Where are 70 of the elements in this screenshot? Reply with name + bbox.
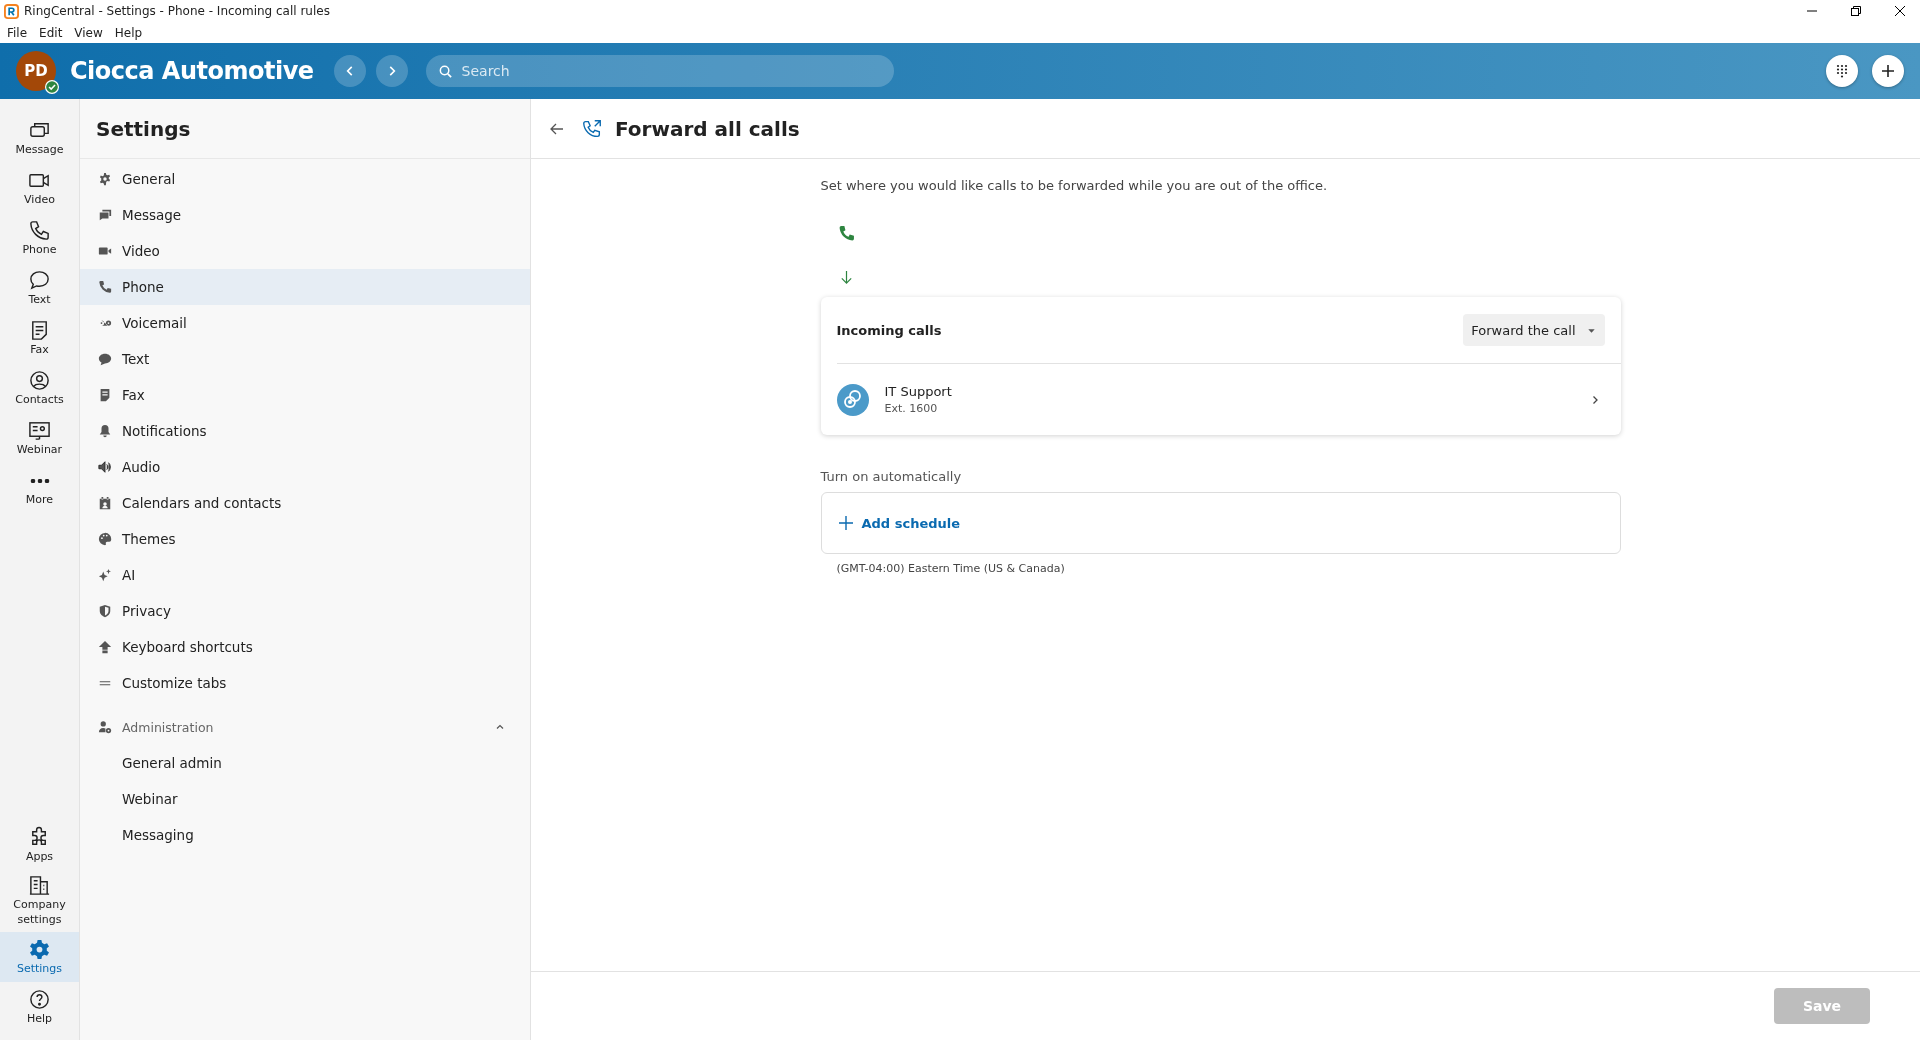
action-dropdown[interactable]: Forward the call bbox=[1463, 314, 1605, 346]
nav-rail-item[interactable]: Settings bbox=[0, 932, 79, 982]
settings-menu-item[interactable]: Notifications bbox=[80, 413, 530, 449]
settings-menu-item[interactable]: AI bbox=[80, 557, 530, 593]
settings-menu-item[interactable]: Text bbox=[80, 341, 530, 377]
target-name: IT Support bbox=[884, 384, 953, 399]
settings-menu-item[interactable]: Privacy bbox=[80, 593, 530, 629]
rail-icon bbox=[28, 268, 51, 292]
target-extension: Ext. 1600 bbox=[884, 402, 939, 415]
presence-check-icon bbox=[45, 80, 59, 94]
nav-rail-item[interactable]: More bbox=[0, 463, 79, 513]
organization-name: Ciocca Automotive bbox=[70, 57, 314, 85]
queue-avatar-icon bbox=[836, 383, 869, 416]
rail-icon bbox=[28, 218, 51, 242]
search-icon bbox=[437, 64, 453, 79]
rail-icon bbox=[28, 937, 51, 961]
nav-rail-item[interactable]: Message bbox=[0, 113, 79, 163]
nav-rail-item[interactable]: Phone bbox=[0, 213, 79, 263]
more-dots-icon bbox=[29, 478, 50, 483]
nav-rail-item[interactable]: Fax bbox=[0, 313, 79, 363]
rail-icon bbox=[28, 987, 51, 1011]
settings-menu-item[interactable]: Customize tabs bbox=[80, 665, 530, 701]
nav-rail-item[interactable]: Apps bbox=[0, 820, 79, 870]
settings-menu-item[interactable]: Phone bbox=[80, 269, 530, 305]
window-title: RingCentral - Settings - Phone - Incoming call rules bbox=[24, 4, 330, 18]
rail-icon bbox=[28, 368, 51, 392]
page-description: Set where you would like calls to be forwarded while you are out of the office. bbox=[820, 178, 1329, 193]
settings-menu-item[interactable]: General bbox=[80, 161, 530, 197]
menu-item[interactable]: File bbox=[7, 25, 28, 40]
dialpad-button[interactable] bbox=[1826, 55, 1858, 87]
phone-forward-icon bbox=[581, 117, 603, 140]
add-button[interactable] bbox=[1872, 55, 1904, 87]
menu-item[interactable]: Help bbox=[114, 25, 143, 40]
settings-menu-item[interactable]: Webinar bbox=[80, 781, 530, 817]
nav-rail-item[interactable]: Text bbox=[0, 263, 79, 313]
nav-rail-item[interactable]: Webinar bbox=[0, 413, 79, 463]
settings-menu-item[interactable]: Keyboard shortcuts bbox=[80, 629, 530, 665]
settings-menu-item[interactable]: Themes bbox=[80, 521, 530, 557]
settings-title: Settings bbox=[80, 99, 530, 159]
settings-menu-item[interactable]: Video bbox=[80, 233, 530, 269]
administration-section-header[interactable]: Administration bbox=[80, 709, 530, 745]
settings-menu-item[interactable]: Messaging bbox=[80, 817, 530, 853]
admin-user-gear-icon bbox=[98, 720, 112, 734]
page-title: Forward all calls bbox=[615, 116, 800, 141]
nav-rail-item[interactable]: Video bbox=[0, 163, 79, 213]
plus-icon bbox=[837, 515, 854, 531]
restore-icon[interactable] bbox=[1850, 5, 1862, 17]
settings-menu-item[interactable]: General admin bbox=[80, 745, 530, 781]
forward-target-row[interactable]: IT Support Ext. 1600 bbox=[836, 364, 1621, 435]
settings-menu-item[interactable]: Message bbox=[80, 197, 530, 233]
menu-item[interactable]: Edit bbox=[39, 25, 63, 40]
section-label: Turn on automatically bbox=[820, 469, 963, 484]
avatar[interactable]: PD bbox=[16, 51, 56, 91]
nav-rail-item[interactable]: Contacts bbox=[0, 363, 79, 413]
nav-rail-item[interactable]: Company settings bbox=[0, 870, 79, 932]
settings-menu-item[interactable]: Audio bbox=[80, 449, 530, 485]
plus-icon bbox=[1880, 63, 1896, 79]
close-icon[interactable] bbox=[1894, 5, 1906, 17]
rule-label: Incoming calls bbox=[836, 322, 942, 338]
nav-rail-item[interactable]: Help bbox=[0, 982, 79, 1032]
settings-menu-item[interactable]: Calendars and contacts bbox=[80, 485, 530, 521]
rail-icon bbox=[28, 874, 51, 897]
settings-menu-item[interactable]: Fax bbox=[80, 377, 530, 413]
dialpad-icon bbox=[1834, 63, 1850, 79]
menu-item[interactable]: View bbox=[74, 25, 103, 40]
add-schedule-button[interactable]: Add schedule bbox=[837, 515, 961, 531]
timezone-note: (GMT-04:00) Eastern Time (US & Canada) bbox=[835, 562, 1066, 575]
phone-icon bbox=[837, 225, 855, 242]
app-logo-icon bbox=[4, 3, 19, 19]
settings-menu-item[interactable]: Voicemail bbox=[80, 305, 530, 341]
